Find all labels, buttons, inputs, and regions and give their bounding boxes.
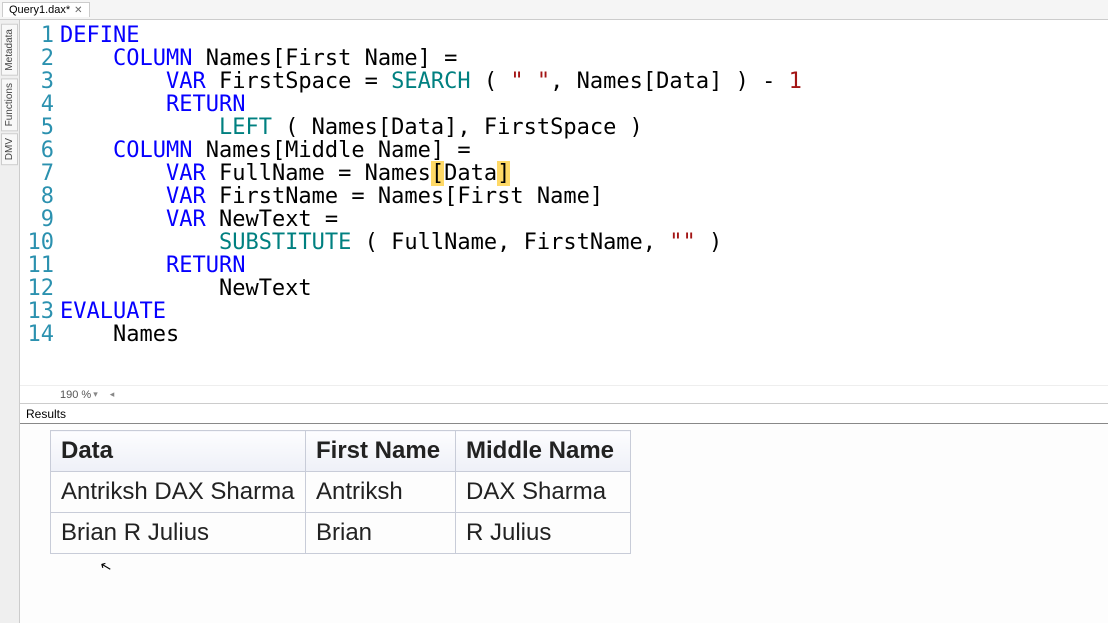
cell-data: Brian R Julius — [51, 513, 306, 554]
col-middle-name[interactable]: Middle Name — [456, 431, 631, 472]
side-tab-functions[interactable]: Functions — [1, 78, 18, 131]
col-first-name[interactable]: First Name — [306, 431, 456, 472]
table-header-row: Data First Name Middle Name — [51, 431, 631, 472]
close-icon[interactable]: ✕ — [74, 5, 82, 16]
tab-bar: Query1.dax* ✕ — [0, 0, 1108, 20]
side-tab-dmv[interactable]: DMV — [1, 133, 18, 165]
table-row[interactable]: Antriksh DAX Sharma Antriksh DAX Sharma — [51, 472, 631, 513]
results-table: Data First Name Middle Name Antriksh DAX… — [50, 430, 631, 554]
file-tab-label: Query1.dax* — [9, 4, 70, 16]
scroll-left-icon[interactable]: ◂ — [110, 389, 115, 400]
code-editor[interactable]: 1 2 3 4 5 6 7 8 9 10 11 12 13 14 DEFINE … — [20, 20, 1108, 385]
side-tab-metadata[interactable]: Metadata — [1, 24, 18, 76]
line-gutter: 1 2 3 4 5 6 7 8 9 10 11 12 13 14 — [20, 20, 60, 385]
code-area[interactable]: DEFINE COLUMN Names[First Name] = VAR Fi… — [60, 20, 1108, 385]
results-tab[interactable]: Results — [20, 403, 1108, 423]
table-row[interactable]: Brian R Julius Brian R Julius — [51, 513, 631, 554]
cell-middle: R Julius — [456, 513, 631, 554]
cell-first: Antriksh — [306, 472, 456, 513]
main-split: Metadata Functions DMV 1 2 3 4 5 6 7 8 9… — [0, 20, 1108, 623]
file-tab[interactable]: Query1.dax* ✕ — [2, 2, 90, 17]
zoom-bar: 190 % ▾ ◂ — [20, 385, 1108, 403]
cell-data: Antriksh DAX Sharma — [51, 472, 306, 513]
results-panel: Data First Name Middle Name Antriksh DAX… — [20, 423, 1108, 623]
side-panel-tabs: Metadata Functions DMV — [0, 20, 20, 623]
content-column: 1 2 3 4 5 6 7 8 9 10 11 12 13 14 DEFINE … — [20, 20, 1108, 623]
cell-first: Brian — [306, 513, 456, 554]
col-data[interactable]: Data — [51, 431, 306, 472]
cell-middle: DAX Sharma — [456, 472, 631, 513]
zoom-dropdown-icon[interactable]: ▾ — [93, 389, 98, 400]
results-label: Results — [26, 407, 66, 421]
zoom-level[interactable]: 190 % — [60, 389, 91, 401]
